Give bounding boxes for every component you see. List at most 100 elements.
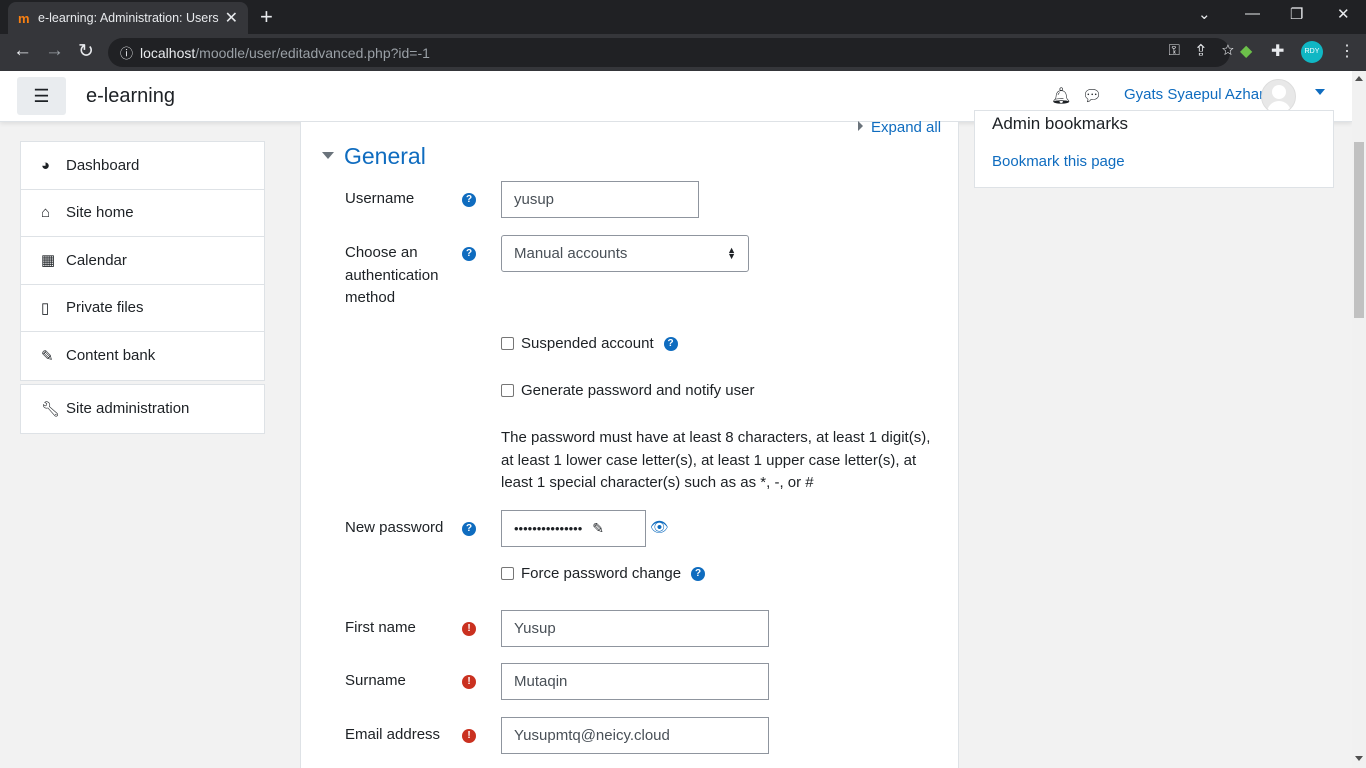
browser-menu-icon[interactable]: ⋮: [1339, 41, 1355, 61]
section-general-header[interactable]: General: [322, 143, 426, 170]
block-title: Admin bookmarks: [992, 114, 1129, 133]
calendar-icon: ▦: [41, 252, 56, 270]
close-tab-icon[interactable]: ✕: [225, 8, 238, 28]
brush-icon: ✎: [41, 347, 54, 365]
tab-search-icon[interactable]: ⌄: [1198, 5, 1211, 23]
help-icon[interactable]: ?: [462, 522, 476, 536]
email-input[interactable]: Yusupmtq@neicy.cloud: [501, 717, 769, 754]
notification-bell-icon[interactable]: 🔔︎: [1051, 86, 1071, 106]
suspended-account-row: Suspended account ?: [501, 335, 678, 352]
help-icon[interactable]: ?: [691, 566, 706, 581]
help-icon[interactable]: ?: [462, 193, 476, 207]
password-masked-value: •••••••••••••••: [514, 521, 583, 536]
force-password-change-row: Force password change ?: [501, 565, 706, 582]
avatar-head-shape: [1272, 85, 1286, 99]
moodle-icon: m: [18, 10, 30, 26]
reveal-password-eye-icon[interactable]: 👁︎: [650, 518, 669, 536]
required-icon: !: [462, 675, 476, 689]
auth-method-label: Choose an authentication method: [345, 244, 439, 306]
avatar[interactable]: [1261, 79, 1296, 114]
generate-password-label[interactable]: Generate password and notify user: [521, 382, 754, 399]
tab-title: e-learning: Administration: Users: [38, 11, 219, 25]
browser-tab-bar: m e-learning: Administration: Users ✕ + …: [0, 0, 1366, 34]
drawer-item-site-administration[interactable]: 🔧︎ Site administration: [21, 385, 264, 433]
force-password-change-checkbox[interactable]: [501, 567, 514, 580]
suspended-account-label[interactable]: Suspended account: [521, 335, 654, 352]
admin-drawer: 🔧︎ Site administration: [20, 384, 265, 434]
suspended-account-checkbox[interactable]: [501, 337, 514, 350]
select-arrows-icon: ▲ ▼: [727, 245, 736, 261]
wrench-icon: 🔧︎: [41, 400, 61, 418]
user-menu-name[interactable]: Gyats Syaepul Azhar: [1124, 86, 1264, 103]
section-title: General: [344, 143, 426, 169]
username-label: Username: [345, 190, 415, 207]
browser-tab[interactable]: m e-learning: Administration: Users ✕: [8, 2, 248, 34]
url-path: /moodle/user/editadvanced.php?id=-1: [195, 44, 430, 61]
drawer-item-site-home[interactable]: ⌂ Site home: [21, 190, 264, 237]
forward-icon[interactable]: →: [45, 40, 64, 62]
drawer-item-content-bank[interactable]: ✎ Content bank: [21, 332, 264, 380]
drawer-item-dashboard[interactable]: ◕ Dashboard: [21, 142, 264, 190]
url-host: localhost: [140, 44, 196, 61]
messages-icon[interactable]: 💬︎: [1082, 86, 1102, 106]
expand-all-link[interactable]: Expand all: [858, 119, 941, 136]
required-icon: !: [462, 729, 476, 743]
drawer-item-label: Dashboard: [66, 156, 140, 174]
help-icon[interactable]: ?: [663, 336, 678, 351]
caret-right-icon: [858, 121, 863, 131]
email-label: Email address: [345, 726, 441, 743]
surname-input[interactable]: Mutaqin: [501, 663, 769, 700]
site-info-icon[interactable]: ⓘ: [120, 43, 140, 62]
scrollbar-thumb[interactable]: [1352, 140, 1366, 320]
drawer-item-label: Site administration: [66, 400, 190, 418]
scroll-down-icon[interactable]: [1355, 756, 1363, 761]
auth-method-select[interactable]: Manual accounts ▲ ▼: [501, 235, 749, 272]
home-icon: ⌂: [41, 204, 51, 222]
username-input[interactable]: yusup: [501, 181, 699, 218]
admin-bookmarks-block: Admin bookmarks Bookmark this page: [974, 110, 1334, 188]
firstname-input[interactable]: Yusup: [501, 610, 769, 647]
auth-method-value: Manual accounts: [514, 245, 628, 262]
address-bar[interactable]: ⓘ localhost/moodle/user/editadvanced.php…: [108, 38, 1230, 67]
required-icon: !: [462, 622, 476, 636]
force-password-change-label[interactable]: Force password change: [521, 565, 681, 582]
expand-all-label: Expand all: [871, 119, 942, 136]
close-window-icon[interactable]: ✕: [1337, 5, 1350, 23]
drawer-item-private-files[interactable]: ▯ Private files: [21, 285, 264, 332]
new-password-field[interactable]: ••••••••••••••• ✎: [501, 510, 646, 547]
restore-icon[interactable]: ❐: [1290, 5, 1303, 23]
drawer-item-label: Content bank: [66, 347, 156, 365]
new-password-label: New password: [345, 519, 444, 536]
drawer-item-calendar[interactable]: ▦ Calendar: [21, 237, 264, 285]
drawer-item-label: Private files: [66, 299, 144, 317]
scroll-up-icon[interactable]: [1355, 76, 1363, 81]
bookmark-star-icon[interactable]: ☆: [1222, 42, 1234, 59]
generate-password-checkbox[interactable]: [501, 384, 514, 397]
site-brand[interactable]: e-learning: [86, 85, 175, 108]
pencil-icon[interactable]: ✎: [592, 520, 604, 537]
bookmark-this-page-link[interactable]: Bookmark this page: [992, 153, 1125, 170]
extension-icon[interactable]: ◆: [1240, 41, 1252, 61]
extensions-puzzle-icon[interactable]: ✚: [1271, 41, 1284, 61]
drawer-item-label: Calendar: [66, 251, 127, 269]
generate-password-row: Generate password and notify user: [501, 382, 754, 399]
drawer-item-label: Site home: [66, 204, 134, 222]
caret-down-icon: [322, 152, 334, 159]
new-tab-icon[interactable]: +: [260, 4, 273, 30]
drawer-toggle-button[interactable]: ☰: [17, 77, 66, 115]
browser-toolbar: ← → ↻ ⓘ localhost/moodle/user/editadvanc…: [0, 34, 1366, 71]
dashboard-icon: ◕: [41, 156, 51, 174]
user-menu-caret-icon[interactable]: [1315, 89, 1325, 95]
browser-profile-avatar[interactable]: RDY: [1301, 41, 1323, 63]
password-policy-note: The password must have at least 8 charac…: [501, 429, 931, 491]
password-key-icon[interactable]: ⚿: [1169, 42, 1180, 59]
back-icon[interactable]: ←: [13, 40, 32, 62]
file-icon: ▯: [41, 299, 50, 317]
share-icon[interactable]: ⇪: [1197, 42, 1205, 59]
help-icon[interactable]: ?: [462, 247, 476, 261]
reload-icon[interactable]: ↻: [78, 40, 94, 63]
surname-label: Surname: [345, 672, 406, 689]
minimize-icon[interactable]: —: [1245, 5, 1260, 22]
omnibox-action-icons: ⚿ ⇪ ☆: [1169, 42, 1235, 59]
firstname-label: First name: [345, 619, 416, 636]
